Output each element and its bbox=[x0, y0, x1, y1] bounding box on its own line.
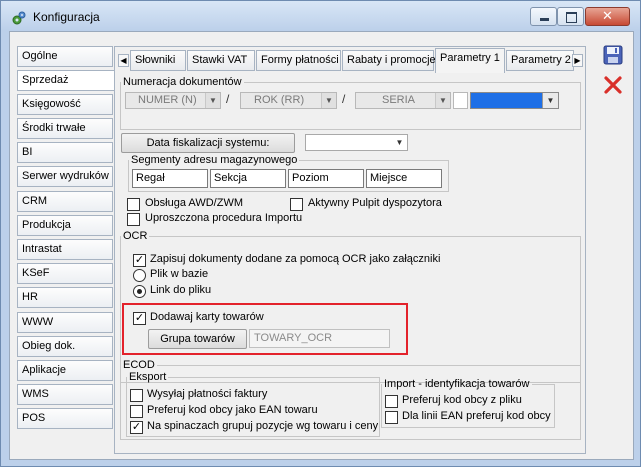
cancel-icon[interactable] bbox=[602, 74, 624, 96]
minimize-icon bbox=[540, 18, 549, 21]
ocr-save-attachments-checkbox[interactable]: ✓ bbox=[133, 254, 146, 267]
nav-item-obieg-dok-[interactable]: Obieg dok. bbox=[17, 336, 113, 357]
numeracja-separator-2: / bbox=[342, 92, 346, 106]
arrow-left-icon: ◀ bbox=[120, 56, 127, 65]
prefer-foreign-code-ean-label: Preferuj kod obcy jako EAN towaru bbox=[147, 404, 318, 416]
numeracja-segment-2-value: ROK (RR) bbox=[254, 94, 305, 106]
nav-item-sprzedaż[interactable]: Sprzedaż bbox=[17, 70, 115, 91]
maximize-icon bbox=[566, 12, 577, 23]
checkmark-icon: ✓ bbox=[134, 312, 145, 324]
tab-stawki-vat[interactable]: Stawki VAT bbox=[187, 50, 255, 71]
arrow-right-icon: ▶ bbox=[574, 56, 581, 65]
tab-s-owniki[interactable]: Słowniki bbox=[130, 50, 186, 71]
nav-item-www[interactable]: WWW bbox=[17, 312, 113, 333]
add-product-cards-checkbox[interactable]: ✓ bbox=[133, 312, 146, 325]
tab-parametry-2[interactable]: Parametry 2 bbox=[506, 50, 574, 71]
segment-miejsce-field[interactable]: Miejsce bbox=[366, 169, 442, 188]
title-bar[interactable]: Konfiguracja ✕ bbox=[1, 1, 640, 31]
nav-item-aplikacje[interactable]: Aplikacje bbox=[17, 360, 113, 381]
ocr-save-attachments-label: Zapisuj dokumenty dodane za pomocą OCR j… bbox=[150, 253, 441, 265]
warehouse-segments-legend: Segmenty adresu magazynowego bbox=[131, 154, 298, 166]
tabs-scroll-left-button[interactable]: ◀ bbox=[118, 54, 129, 67]
numeracja-separator-1: / bbox=[226, 92, 230, 106]
numeracja-legend: Numeracja dokumentów bbox=[123, 76, 242, 88]
ean-line-prefer-foreign-code-label: Dla linii EAN preferuj kod obcy bbox=[402, 410, 551, 422]
link-to-file-label: Link do pliku bbox=[150, 284, 212, 296]
window-client-area: Ogólne Sprzedaż Księgowość Środki trwałe BI S… bbox=[9, 31, 634, 460]
numeracja-segment-3-value: SERIA bbox=[382, 94, 416, 106]
fiscalization-date-field[interactable]: ▼ bbox=[305, 134, 408, 151]
nav-item-księgowość[interactable]: Księgowość bbox=[17, 94, 113, 115]
nav-item-crm[interactable]: CRM bbox=[17, 191, 113, 212]
close-icon: ✕ bbox=[602, 8, 613, 23]
simplified-import-label: Uproszczona procedura Importu bbox=[145, 212, 303, 224]
nav-item-bi[interactable]: BI bbox=[17, 142, 113, 163]
send-invoice-payments-checkbox[interactable] bbox=[130, 389, 143, 402]
nav-item-pos[interactable]: POS bbox=[17, 408, 113, 429]
prefer-foreign-code-file-label: Preferuj kod obcy z pliku bbox=[402, 394, 522, 406]
numeracja-segment-2-select[interactable]: ROK (RR) ▼ bbox=[240, 92, 337, 109]
ean-line-prefer-foreign-code-checkbox[interactable] bbox=[385, 411, 398, 424]
radio-selected-dot bbox=[137, 289, 142, 294]
chevron-down-icon: ▼ bbox=[321, 93, 336, 108]
file-in-db-radio[interactable] bbox=[133, 269, 146, 282]
window-title: Konfiguracja bbox=[33, 10, 100, 24]
link-to-file-radio[interactable] bbox=[133, 285, 146, 298]
chevron-down-icon: ▼ bbox=[435, 93, 450, 108]
maximize-button[interactable] bbox=[557, 7, 584, 26]
dispatcher-desktop-label: Aktywny Pulpit dyspozytora bbox=[308, 197, 442, 209]
numeracja-extra-field[interactable] bbox=[453, 92, 468, 109]
product-group-button[interactable]: Grupa towarów bbox=[148, 329, 247, 349]
file-in-db-label: Plik w bazie bbox=[150, 268, 209, 280]
ocr-legend: OCR bbox=[123, 230, 148, 242]
numeracja-segment-1-select[interactable]: NUMER (N) ▼ bbox=[125, 92, 221, 109]
group-items-by-product-price-checkbox[interactable]: ✓ bbox=[130, 421, 143, 434]
nav-item-hr[interactable]: HR bbox=[17, 287, 113, 308]
send-invoice-payments-label: Wysyłaj płatności faktury bbox=[147, 388, 268, 400]
nav-item-produkcja[interactable]: Produkcja bbox=[17, 215, 113, 236]
nav-item-środki-trwałe[interactable]: Środki trwałe bbox=[17, 118, 113, 139]
group-items-by-product-price-label: Na spinaczach grupuj pozycje wg towaru i… bbox=[147, 420, 379, 432]
nav-item-ksef[interactable]: KSeF bbox=[17, 263, 113, 284]
gears-app-icon bbox=[12, 11, 26, 25]
segment-sekcja-field[interactable]: Sekcja bbox=[210, 169, 286, 188]
fiscalization-date-button[interactable]: Data fiskalizacji systemu: bbox=[121, 133, 295, 153]
checkmark-icon: ✓ bbox=[131, 421, 142, 433]
chevron-down-icon: ▼ bbox=[395, 138, 404, 147]
simplified-import-checkbox[interactable] bbox=[127, 213, 140, 226]
segment-poziom-field[interactable]: Poziom bbox=[288, 169, 364, 188]
product-group-field[interactable]: TOWARY_OCR bbox=[249, 329, 390, 348]
tab-formy-p-atno-ci[interactable]: Formy płatności bbox=[256, 50, 341, 71]
checkmark-icon: ✓ bbox=[134, 254, 145, 266]
ecod-legend: ECOD bbox=[123, 359, 155, 371]
segment-regal-field[interactable]: Regał bbox=[132, 169, 208, 188]
numeracja-segment-1-value: NUMER (N) bbox=[138, 94, 197, 106]
add-product-cards-label: Dodawaj karty towarów bbox=[150, 311, 264, 323]
tabs-scroll-right-button[interactable]: ▶ bbox=[572, 54, 583, 67]
eksport-legend: Eksport bbox=[129, 371, 167, 383]
nav-item-intrastat[interactable]: Intrastat bbox=[17, 239, 113, 260]
nav-item-serwer-wydruków[interactable]: Serwer wydruków bbox=[17, 166, 113, 187]
prefer-foreign-code-file-checkbox[interactable] bbox=[385, 395, 398, 408]
tab-rabaty-i-promocje[interactable]: Rabaty i promocje bbox=[342, 50, 436, 71]
chevron-down-icon: ▼ bbox=[205, 93, 220, 108]
close-button[interactable]: ✕ bbox=[585, 7, 630, 26]
numeracja-segment-3-select[interactable]: SERIA ▼ bbox=[355, 92, 451, 109]
numeracja-segment-4-select[interactable]: ▼ bbox=[470, 92, 559, 109]
chevron-down-icon: ▼ bbox=[542, 93, 558, 108]
awd-zwm-checkbox[interactable] bbox=[127, 198, 140, 211]
import-identification-legend: Import - identyfikacja towarów bbox=[384, 378, 530, 390]
save-icon[interactable] bbox=[602, 44, 624, 66]
nav-item-wms[interactable]: WMS bbox=[17, 384, 113, 405]
dispatcher-desktop-checkbox[interactable] bbox=[290, 198, 303, 211]
nav-item-ogólne[interactable]: Ogólne bbox=[17, 46, 113, 67]
minimize-button[interactable] bbox=[530, 7, 557, 26]
tab-parametry-1[interactable]: Parametry 1 bbox=[435, 48, 505, 73]
prefer-foreign-code-ean-checkbox[interactable] bbox=[130, 405, 143, 418]
configuration-window: Konfiguracja ✕ Ogólne Sprzedaż Księgowość Ś… bbox=[0, 0, 641, 467]
awd-zwm-label: Obsługa AWD/ZWM bbox=[145, 197, 243, 209]
